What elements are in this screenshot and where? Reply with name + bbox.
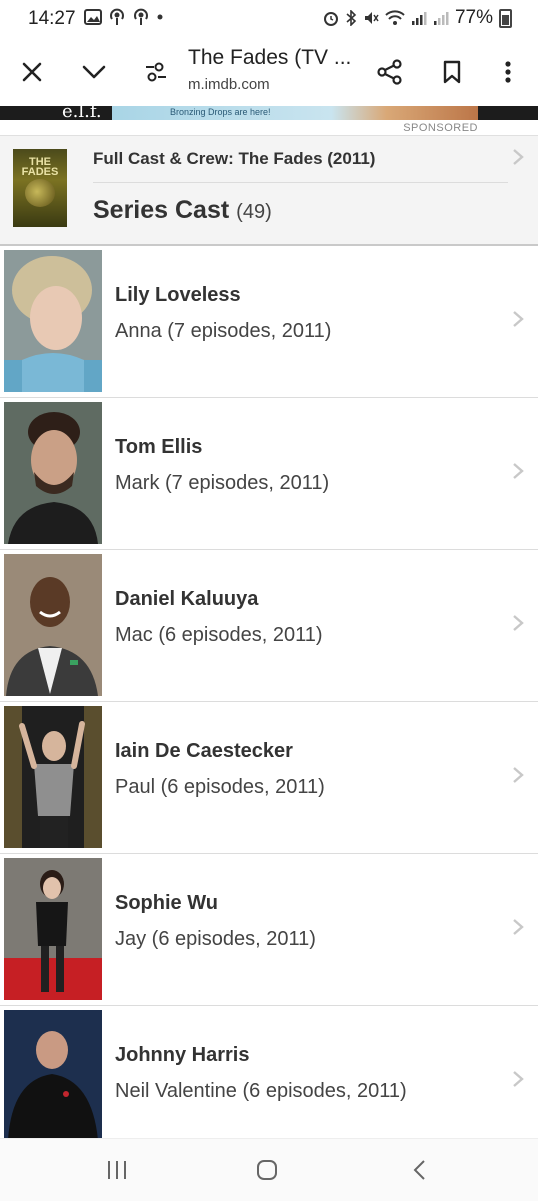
- poster-title: THE FADES: [21, 156, 59, 178]
- alarm-icon: [323, 12, 338, 26]
- cast-photo: [4, 402, 102, 544]
- page-title: The Fades (TV ...: [188, 46, 352, 69]
- gallery-notification-icon: [84, 9, 102, 25]
- close-icon: [22, 62, 42, 82]
- cast-list: Lily Loveless Anna (7 episodes, 2011) To…: [0, 246, 538, 1143]
- cast-row[interactable]: Tom Ellis Mark (7 episodes, 2011): [0, 398, 538, 550]
- ad-text: Bronzing Drops are here!: [170, 107, 271, 117]
- chevron-right-icon: [513, 149, 524, 165]
- close-button[interactable]: [10, 50, 54, 94]
- chevron-right-icon: [513, 311, 524, 327]
- section-title-text: Series Cast: [93, 196, 230, 224]
- page-url: m.imdb.com: [188, 76, 270, 93]
- sponsored-label: SPONSORED: [403, 122, 478, 134]
- cast-name[interactable]: Lily Loveless: [115, 284, 241, 307]
- cast-role: Paul (6 episodes, 2011): [115, 776, 325, 798]
- cast-row[interactable]: Iain De Caestecker Paul (6 episodes, 201…: [0, 702, 538, 854]
- system-nav-bar: [0, 1138, 538, 1201]
- cast-photo: [4, 858, 102, 1000]
- mute-icon: [364, 12, 379, 24]
- home-icon: [257, 1160, 277, 1180]
- cast-photo: [4, 554, 102, 696]
- more-options-button[interactable]: [486, 50, 530, 94]
- cast-photo: [4, 1010, 102, 1140]
- status-bar: 14:27 77%: [0, 0, 538, 38]
- cast-photo: [4, 250, 102, 392]
- cast-name[interactable]: Iain De Caestecker: [115, 740, 293, 763]
- cast-row[interactable]: Lily Loveless Anna (7 episodes, 2011): [0, 246, 538, 398]
- chevron-right-icon: [513, 615, 524, 631]
- cast-role: Mac (6 episodes, 2011): [115, 624, 323, 646]
- podcast-notification-icon: [110, 8, 124, 25]
- bluetooth-icon: [346, 10, 357, 26]
- cast-photo: [4, 706, 102, 848]
- share-icon: [377, 59, 402, 85]
- cast-name[interactable]: Daniel Kaluuya: [115, 588, 258, 611]
- chevron-down-icon: [82, 65, 106, 79]
- header-divider: [93, 182, 508, 183]
- podcast-notification-icon-2: [134, 8, 148, 25]
- cast-name[interactable]: Tom Ellis: [115, 436, 202, 459]
- cast-role: Anna (7 episodes, 2011): [115, 320, 332, 342]
- recents-button[interactable]: [102, 1157, 132, 1183]
- back-button[interactable]: [404, 1157, 434, 1183]
- poster-face-image: [25, 179, 55, 207]
- cast-name[interactable]: Sophie Wu: [115, 892, 218, 915]
- signal-icon: [411, 12, 427, 25]
- cast-role: Neil Valentine (6 episodes, 2011): [115, 1080, 407, 1102]
- status-time: 14:27: [28, 8, 76, 29]
- page-settings-icon: [146, 62, 166, 82]
- cast-role: Mark (7 episodes, 2011): [115, 472, 330, 494]
- breadcrumb[interactable]: Full Cast & Crew: The Fades (2011): [93, 149, 375, 169]
- chevron-right-icon: [513, 1071, 524, 1087]
- cast-name[interactable]: Johnny Harris: [115, 1044, 249, 1067]
- full-cast-header[interactable]: THE FADES Full Cast & Crew: The Fades (2…: [0, 135, 538, 247]
- cast-role: Jay (6 episodes, 2011): [115, 928, 316, 950]
- wifi-icon: [385, 10, 405, 25]
- bookmark-icon: [443, 60, 461, 84]
- back-icon: [413, 1160, 425, 1180]
- ad-logo: e.l.f.: [62, 106, 102, 120]
- cast-row[interactable]: Sophie Wu Jay (6 episodes, 2011): [0, 854, 538, 1006]
- recents-icon: [108, 1161, 126, 1179]
- more-vert-icon: [505, 61, 511, 83]
- battery-icon: [499, 8, 512, 28]
- series-poster: THE FADES: [13, 149, 67, 227]
- cast-row[interactable]: Daniel Kaluuya Mac (6 episodes, 2011): [0, 550, 538, 702]
- signal-icon-2: [433, 12, 449, 25]
- minimize-button[interactable]: [72, 50, 116, 94]
- browser-toolbar: The Fades (TV ... m.imdb.com: [0, 38, 538, 106]
- chevron-right-icon: [513, 767, 524, 783]
- section-title: Series Cast (49): [93, 196, 272, 225]
- chevron-right-icon: [513, 919, 524, 935]
- home-button[interactable]: [252, 1157, 282, 1183]
- share-button[interactable]: [368, 50, 412, 94]
- ad-banner[interactable]: e.l.f. Bronzing Drops are here!: [0, 106, 538, 120]
- bookmark-button[interactable]: [430, 50, 474, 94]
- page-settings-button[interactable]: [134, 50, 178, 94]
- ad-image: Bronzing Drops are here!: [112, 106, 478, 120]
- battery-percent: 77%: [454, 7, 493, 28]
- cast-count: (49): [236, 201, 272, 223]
- more-notifications-dot-icon: [157, 14, 163, 20]
- cast-row[interactable]: Johnny Harris Neil Valentine (6 episodes…: [0, 1006, 538, 1143]
- chevron-right-icon: [513, 463, 524, 479]
